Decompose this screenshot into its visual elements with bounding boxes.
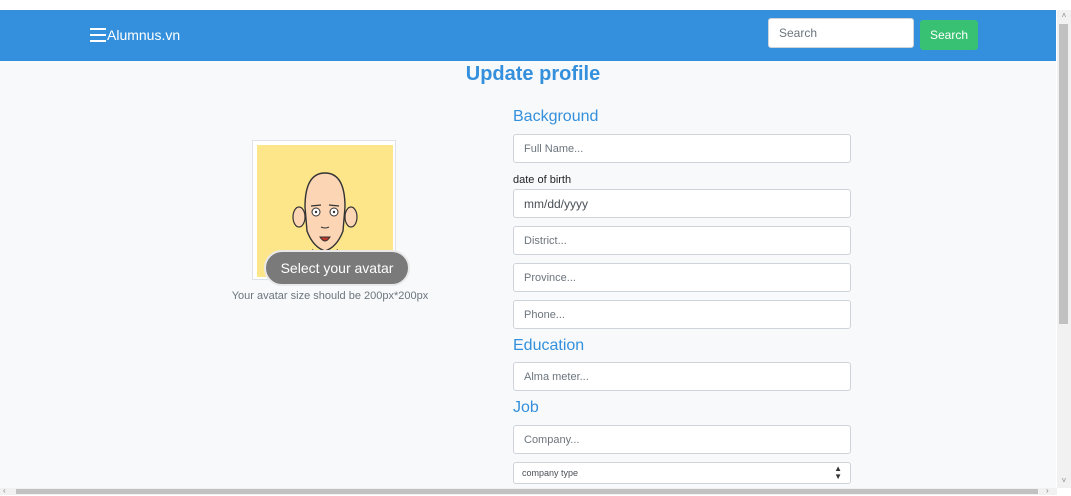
brand-link[interactable]: Alumnus.vn	[90, 24, 180, 46]
dob-value: mm/dd/yyyy	[524, 196, 589, 211]
page: Alumnus.vn Search Update profile	[0, 10, 1056, 488]
province-field[interactable]	[513, 263, 851, 292]
select-avatar-button[interactable]: Select your avatar	[264, 250, 410, 286]
background-heading: Background	[513, 108, 599, 125]
job-heading: Job	[513, 399, 539, 416]
search-button[interactable]: Search	[920, 20, 978, 50]
vertical-scrollbar[interactable]: ˄ ˅	[1057, 10, 1071, 488]
company-field[interactable]	[513, 425, 851, 454]
search-input[interactable]	[768, 18, 914, 48]
district-field[interactable]	[513, 226, 851, 255]
page-title: Update profile	[465, 63, 601, 85]
horizontal-scrollbar[interactable]: ‹ ›	[0, 486, 1057, 495]
education-heading: Education	[513, 337, 585, 354]
vertical-scroll-thumb[interactable]	[1059, 24, 1068, 324]
scroll-down-arrow-icon[interactable]: ˅	[1059, 476, 1069, 486]
dob-label: date of birth	[513, 174, 572, 186]
horizontal-scroll-thumb[interactable]	[16, 489, 1038, 494]
full-name-field[interactable]	[513, 134, 851, 163]
date-of-birth-field[interactable]: mm/dd/yyyy	[513, 189, 851, 218]
avatar-size-hint: Your avatar size should be 200px*200px	[231, 290, 429, 302]
phone-field[interactable]	[513, 300, 851, 329]
company-type-value: company type	[522, 468, 579, 478]
scroll-up-arrow-icon[interactable]: ˄	[1059, 11, 1069, 21]
alma-meter-field[interactable]	[513, 362, 851, 391]
company-type-select[interactable]: company type ▲ ▼	[513, 462, 851, 484]
hamburger-icon[interactable]	[90, 28, 106, 42]
up-down-caret-icon: ▲ ▼	[834, 464, 842, 481]
brand-label: Alumnus.vn	[107, 27, 181, 43]
navbar: Alumnus.vn Search	[0, 10, 1056, 61]
